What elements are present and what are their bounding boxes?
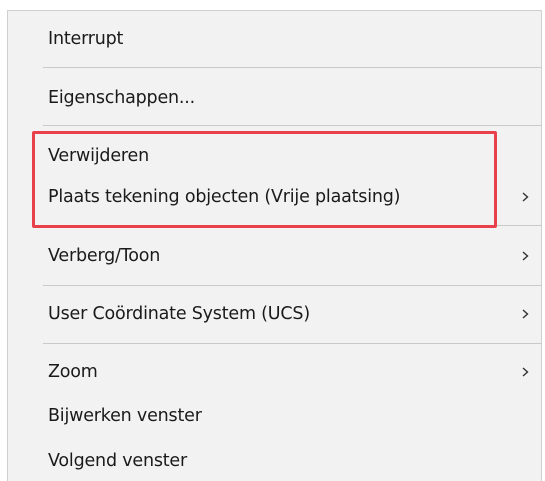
menu-item-bijwerken-venster[interactable]: Bijwerken venster [8, 396, 541, 436]
menu-item-label: Verwijderen [48, 146, 149, 166]
menu-separator [43, 343, 541, 344]
menu-item-label: User Coördinate System (UCS) [48, 304, 310, 324]
menu-item-interrupt[interactable]: Interrupt [8, 19, 541, 59]
menu-item-label: Zoom [48, 362, 98, 382]
chevron-right-icon [522, 192, 529, 202]
menu-item-zoom[interactable]: Zoom [8, 352, 541, 392]
menu-item-eigenschappen[interactable]: Eigenschappen... [8, 78, 541, 118]
menu-item-label: Bijwerken venster [48, 406, 202, 426]
menu-item-label: Interrupt [48, 29, 124, 49]
menu-item-label: Verberg/Toon [48, 246, 161, 266]
menu-item-ucs[interactable]: User Coördinate System (UCS) [8, 294, 541, 334]
chevron-right-icon [522, 251, 529, 261]
chevron-right-icon [522, 309, 529, 319]
menu-item-plaats-tekening-objecten[interactable]: Plaats tekening objecten (Vrije plaatsin… [8, 177, 541, 217]
menu-item-label: Eigenschappen... [48, 88, 196, 108]
menu-item-volgend-venster[interactable]: Volgend venster [8, 441, 541, 481]
menu-item-verwijderen[interactable]: Verwijderen [8, 136, 541, 176]
menu-item-label: Plaats tekening objecten (Vrije plaatsin… [48, 187, 401, 207]
context-menu: Interrupt Eigenschappen... Verwijderen P… [7, 10, 542, 481]
menu-separator [43, 125, 541, 126]
menu-separator [43, 225, 541, 226]
menu-item-label: Volgend venster [48, 451, 187, 471]
chevron-right-icon [522, 367, 529, 377]
menu-separator [43, 285, 541, 286]
menu-separator [43, 67, 541, 68]
menu-item-verberg-toon[interactable]: Verberg/Toon [8, 236, 541, 276]
